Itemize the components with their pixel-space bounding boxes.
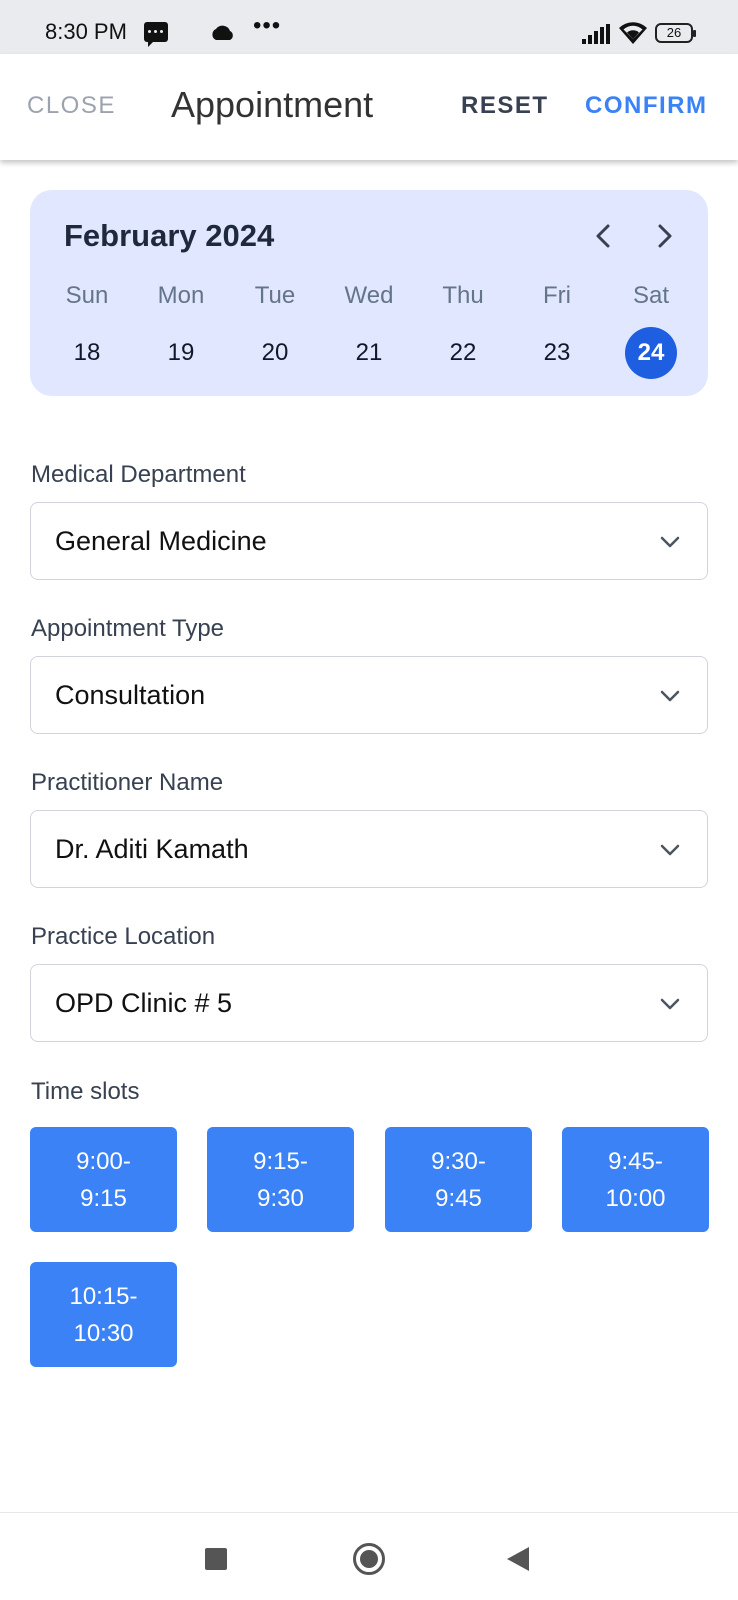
message-icon: [144, 22, 168, 47]
system-nav-bar: [0, 1512, 738, 1600]
date-cell[interactable]: 22: [416, 328, 510, 378]
recent-apps-icon[interactable]: [205, 1548, 227, 1570]
location-label: Practice Location: [31, 923, 216, 950]
weekday-label: Mon: [157, 282, 205, 309]
appointment-type-select[interactable]: Consultation: [30, 656, 708, 734]
battery-icon: 26: [655, 23, 696, 43]
calendar-dates: 18 19 20 21 22 23 24: [40, 327, 698, 379]
back-icon[interactable]: [507, 1547, 529, 1571]
weekday-label: Fri: [543, 282, 571, 309]
chevron-left-icon[interactable]: [586, 218, 622, 254]
time-slot-button[interactable]: 9:45- 10:00: [562, 1127, 709, 1232]
practitioner-select[interactable]: Dr. Aditi Kamath: [30, 810, 708, 888]
department-select[interactable]: General Medicine: [30, 502, 708, 580]
appointment-type-label: Appointment Type: [31, 615, 225, 642]
time-slot-button[interactable]: 9:30- 9:45: [385, 1127, 532, 1232]
time-slots-label: Time slots: [31, 1078, 140, 1105]
week-calendar: February 2024 Sun Mon Tue Wed Thu Fri Sa…: [30, 190, 708, 396]
time-slot-button[interactable]: 10:15- 10:30: [30, 1262, 177, 1367]
app-bar: CLOSE Appointment RESET CONFIRM: [0, 54, 738, 160]
weekday-label: Sat: [632, 282, 670, 309]
status-time: 8:30 PM: [45, 19, 127, 44]
date-cell-selected[interactable]: 24: [604, 327, 698, 379]
chevron-down-icon: [660, 536, 680, 548]
chevron-right-icon[interactable]: [646, 218, 682, 254]
cloud-icon: [212, 25, 233, 40]
signal-icon: [582, 24, 610, 44]
practitioner-value: Dr. Aditi Kamath: [55, 834, 249, 864]
department-label: Medical Department: [31, 461, 246, 488]
date-cell[interactable]: 19: [134, 328, 228, 378]
location-select[interactable]: OPD Clinic # 5: [30, 964, 708, 1042]
weekday-label: Tue: [254, 282, 296, 309]
reset-button[interactable]: RESET: [461, 92, 549, 120]
wifi-icon: [619, 22, 647, 44]
confirm-button[interactable]: CONFIRM: [585, 92, 707, 120]
calendar-weekdays: Sun Mon Tue Wed Thu Fri Sat: [40, 282, 698, 310]
close-button[interactable]: CLOSE: [27, 92, 116, 120]
more-notifications-icon: •••: [253, 12, 282, 39]
date-cell[interactable]: 21: [322, 328, 416, 378]
home-icon[interactable]: [353, 1543, 385, 1575]
status-bar: 8:30 PM ••• 26: [0, 0, 738, 54]
location-value: OPD Clinic # 5: [55, 988, 233, 1018]
weekday-label: Thu: [442, 282, 484, 309]
date-cell[interactable]: 18: [40, 328, 134, 378]
weekday-label: Sun: [65, 282, 109, 309]
date-cell[interactable]: 23: [510, 328, 604, 378]
time-slot-button[interactable]: 9:15- 9:30: [207, 1127, 354, 1232]
department-value: General Medicine: [55, 526, 267, 556]
chevron-down-icon: [660, 998, 680, 1010]
appointment-type-value: Consultation: [55, 680, 206, 710]
time-slot-button[interactable]: 9:00- 9:15: [30, 1127, 177, 1232]
page-title: Appointment: [171, 84, 374, 125]
chevron-down-icon: [660, 844, 680, 856]
date-cell[interactable]: 20: [228, 328, 322, 378]
practitioner-label: Practitioner Name: [31, 769, 224, 796]
weekday-label: Wed: [344, 282, 394, 309]
chevron-down-icon: [660, 690, 680, 702]
calendar-month: February 2024: [64, 218, 275, 253]
